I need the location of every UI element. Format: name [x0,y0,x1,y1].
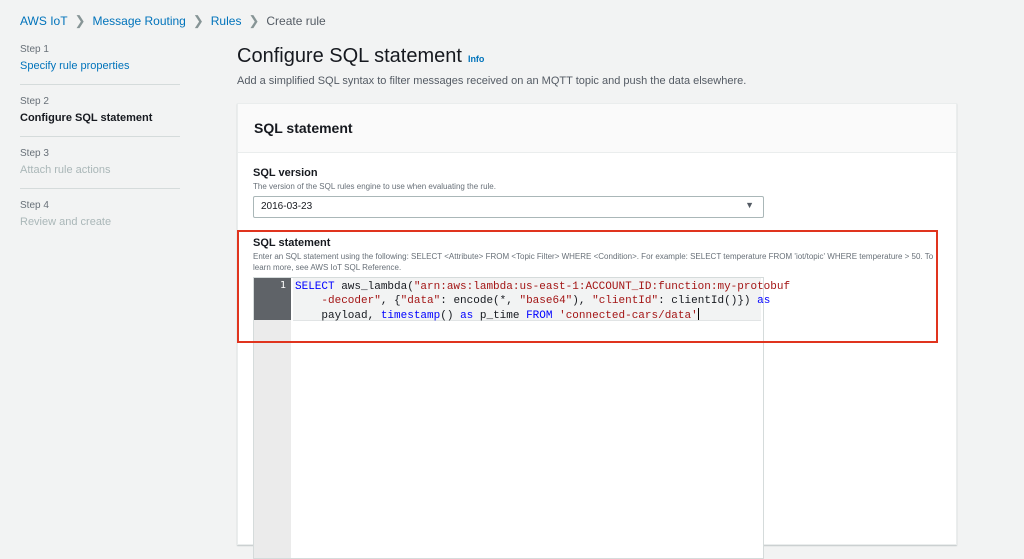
chevron-right-icon: ❯ [248,13,260,28]
breadcrumb-rules[interactable]: Rules [211,14,242,28]
caret-down-icon: ▼ [745,200,754,210]
active-code-line[interactable]: SELECT aws_lambda("arn:aws:lambda:us-eas… [293,278,790,322]
sql-statement-label: SQL statement [253,237,331,249]
keyword-select: SELECT [295,281,335,293]
step-number: Step 1 [20,44,49,55]
step-number: Step 2 [20,96,49,107]
line-number: 1 [279,280,286,291]
sql-statement-description: Enter an SQL statement using the followi… [253,252,934,272]
sql-version-label: SQL version [253,167,318,179]
breadcrumb: AWS IoT ❯ Message Routing ❯ Rules ❯ Crea… [20,13,326,29]
page-title: Configure SQL statement Info [237,45,484,68]
string-clientid: "clientId" [592,295,659,307]
active-line-gutter: 1 [254,278,291,320]
step-link-specify-rule-properties[interactable]: Specify rule properties [20,59,180,73]
keyword-from: FROM [526,310,553,322]
page-description: Add a simplified SQL syntax to filter me… [237,75,747,87]
wizard-step-4: Step 4 Review and create [20,200,180,240]
breadcrumb-message-routing[interactable]: Message Routing [92,14,185,28]
sql-version-value: 2016-03-23 [261,201,313,212]
sql-version-select[interactable]: 2016-03-23 ▼ [253,196,764,218]
wizard-step-3: Step 3 Attach rule actions [20,148,180,189]
code-token: payload, [321,310,381,322]
text-cursor [697,308,699,320]
panel-title: SQL statement [238,104,956,153]
editor-gutter [254,278,291,558]
step-title-review-and-create: Review and create [20,216,112,228]
keyword-as: as [757,295,771,307]
step-number: Step 3 [20,148,49,159]
sql-code[interactable]: SELECT aws_lambda("arn:aws:lambda:us-eas… [295,280,790,323]
wizard-step-2: Step 2 Configure SQL statement [20,96,180,137]
code-token: ), [572,295,593,307]
step-title-attach-rule-actions: Attach rule actions [20,164,111,176]
sql-version-description: The version of the SQL rules engine to u… [253,182,496,191]
breadcrumb-aws-iot[interactable]: AWS IoT [20,14,68,28]
code-token: : encode(*, [440,295,520,307]
sql-statement-panel: SQL statement SQL version The version of… [237,103,957,559]
code-token: () [440,310,461,322]
code-token: aws_lambda( [334,281,414,293]
step-title-current: Configure SQL statement [20,112,153,124]
breadcrumb-current: Create rule [266,14,326,28]
wizard-steps: Step 1 Specify rule properties Step 2 Co… [20,44,180,251]
string-arn-continued: -decoder" [321,295,381,307]
string-topic: 'connected-cars/data' [559,310,698,322]
step-number: Step 4 [20,200,49,211]
wizard-step-1: Step 1 Specify rule properties [20,44,180,85]
info-link[interactable]: Info [468,54,485,64]
chevron-right-icon: ❯ [74,13,86,28]
string-base64: "base64" [519,295,573,307]
chevron-right-icon: ❯ [192,13,204,28]
sql-editor[interactable]: 1 SELECT aws_lambda("arn:aws:lambda:us-e… [253,277,790,559]
keyword-timestamp: timestamp [380,310,441,322]
code-token: : clientId()}) [658,295,758,307]
string-data: "data" [400,295,441,307]
keyword-as: as [460,310,474,322]
string-arn: "arn:aws:lambda:us-east-1:ACCOUNT_ID:fun… [413,281,791,293]
code-token: , { [380,295,401,307]
code-token: p_time [473,310,527,322]
page-title-text: Configure SQL statement [237,45,462,67]
